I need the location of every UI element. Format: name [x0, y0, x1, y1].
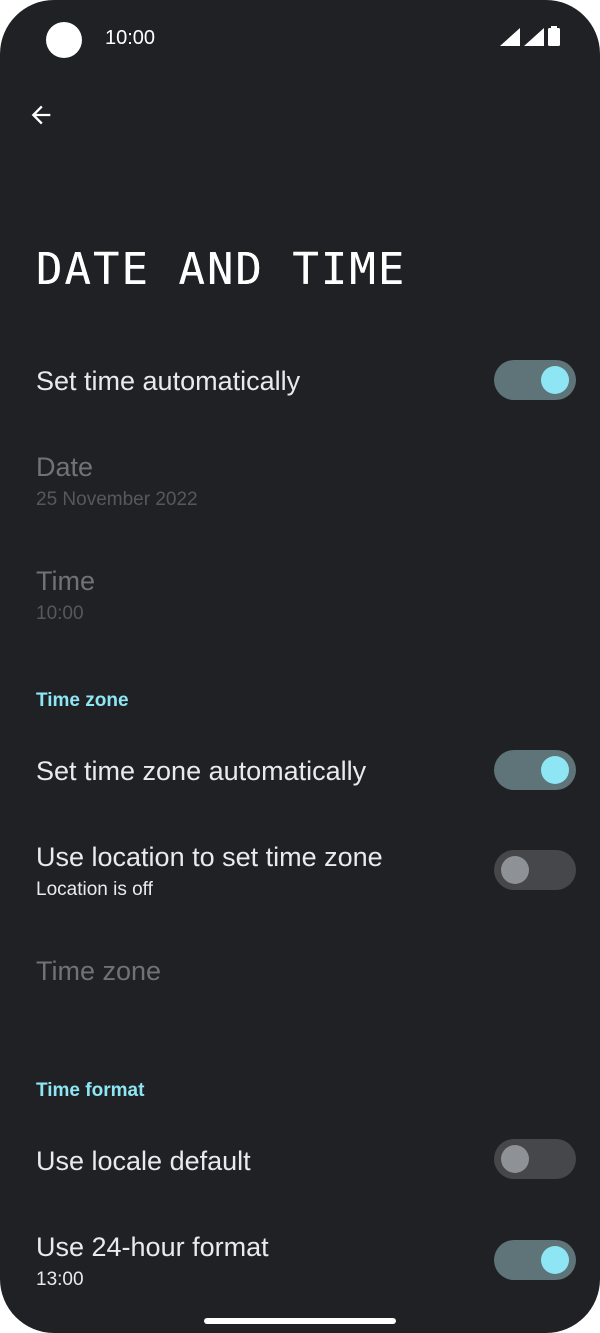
- cell-signal-icon: [500, 28, 520, 46]
- use-locale-default-row[interactable]: Use locale default: [36, 1139, 576, 1179]
- set-time-zone-automatically-row[interactable]: Set time zone automatically: [36, 750, 576, 790]
- use-location-toggle[interactable]: [494, 850, 576, 890]
- toggle-thumb: [501, 1145, 529, 1173]
- time-value: 10:00: [36, 603, 84, 624]
- use-24-hour-format-row[interactable]: Use 24-hour format 13:00: [36, 1232, 576, 1291]
- phone-screen: 10:00 DATE AND TIME Set time automatical…: [0, 0, 600, 1333]
- time-row: Time 10:00: [36, 566, 576, 625]
- camera-cutout: [46, 22, 82, 58]
- use-24-hour-format-summary: 13:00: [36, 1269, 84, 1290]
- toggle-thumb: [501, 856, 529, 884]
- cell-signal-icon: [524, 28, 544, 46]
- date-row: Date 25 November 2022: [36, 452, 576, 511]
- use-location-summary: Location is off: [36, 879, 153, 900]
- toggle-thumb: [541, 1246, 569, 1274]
- set-time-automatically-row[interactable]: Set time automatically: [36, 360, 576, 400]
- time-zone-section-header: Time zone: [36, 690, 129, 711]
- back-button[interactable]: [24, 98, 58, 132]
- time-format-section-header: Time format: [36, 1080, 145, 1101]
- page-title: DATE AND TIME: [36, 244, 407, 295]
- date-value: 25 November 2022: [36, 489, 198, 510]
- arrow-left-icon: [31, 105, 51, 125]
- date-label: Date: [36, 452, 94, 482]
- toggle-thumb: [541, 756, 569, 784]
- status-bar: 10:00: [46, 18, 560, 60]
- time-zone-label: Time zone: [36, 956, 162, 986]
- battery-icon: [548, 26, 560, 46]
- use-24-hour-format-toggle[interactable]: [494, 1240, 576, 1280]
- set-time-automatically-toggle[interactable]: [494, 360, 576, 400]
- use-locale-default-toggle[interactable]: [494, 1139, 576, 1179]
- status-clock: 10:00: [105, 27, 156, 49]
- time-label: Time: [36, 566, 95, 596]
- set-time-zone-automatically-toggle[interactable]: [494, 750, 576, 790]
- use-location-row[interactable]: Use location to set time zone Location i…: [36, 842, 576, 901]
- gesture-navigation-handle[interactable]: [204, 1318, 396, 1324]
- status-icons: [500, 26, 560, 46]
- toggle-thumb: [541, 366, 569, 394]
- time-zone-row: Time zone: [36, 956, 576, 987]
